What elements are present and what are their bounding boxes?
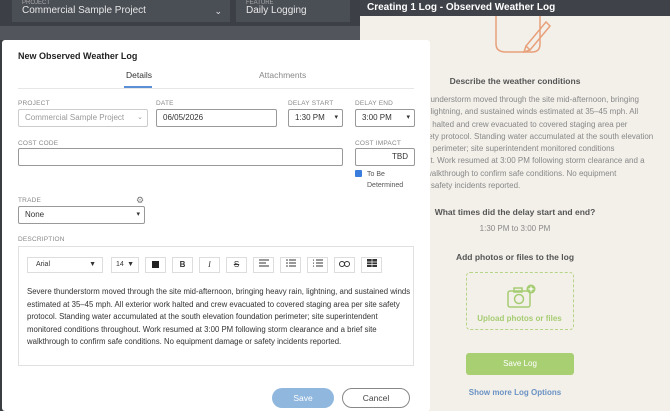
italic-icon: I bbox=[208, 260, 211, 269]
cost-code-field[interactable] bbox=[18, 148, 343, 166]
date-value: 06/05/2026 bbox=[163, 113, 204, 122]
describe-line: k halted and crew evacuated to covered s… bbox=[426, 119, 628, 129]
save-button[interactable]: Save bbox=[272, 388, 334, 408]
italic-button[interactable]: I bbox=[199, 257, 220, 273]
font-size-value: 14 bbox=[116, 261, 124, 268]
description-editor[interactable]: Arial ▼ 14 ▼ B I S Severe thunderstorm m… bbox=[18, 246, 414, 366]
save-log-button[interactable]: Save Log bbox=[466, 353, 574, 375]
link-button[interactable] bbox=[334, 257, 355, 273]
chevron-down-icon: ⌄ bbox=[214, 6, 222, 16]
feature-selector[interactable]: FEATURE Daily Logging bbox=[236, 0, 350, 22]
caret-down-icon: ▼ bbox=[89, 261, 96, 268]
bullet-list-icon bbox=[285, 259, 296, 267]
table-button[interactable] bbox=[361, 257, 382, 273]
color-swatch-icon bbox=[152, 261, 159, 269]
cost-code-label: COST CODE bbox=[18, 140, 59, 147]
trade-value: None bbox=[25, 210, 45, 219]
gear-icon[interactable]: ⚙ bbox=[136, 195, 144, 206]
chevron-down-icon: ▾ bbox=[334, 114, 338, 121]
new-log-modal: New Observed Weather Log Details Attachm… bbox=[2, 40, 430, 411]
background-band bbox=[0, 26, 360, 40]
delay-end-label: DELAY END bbox=[355, 100, 394, 107]
delay-start-select[interactable]: 1:30 PM ▾ bbox=[288, 109, 343, 127]
app-top-bar: PROJECT Commercial Sample Project ⌄ FEAT… bbox=[0, 0, 360, 26]
numbered-list-icon bbox=[312, 259, 323, 267]
text-color-button[interactable] bbox=[145, 257, 166, 273]
tab-attachments[interactable]: Attachments bbox=[259, 70, 306, 80]
project-select-placeholder: Commercial Sample Project bbox=[25, 113, 125, 122]
describe-line: hunderstorm moved through the site mid-a… bbox=[426, 95, 640, 104]
describe-text: hunderstorm moved through the site mid-a… bbox=[426, 94, 666, 192]
to-be-determined-checkbox[interactable] bbox=[355, 170, 362, 182]
bullet-list-button[interactable] bbox=[280, 257, 301, 273]
bold-icon: B bbox=[179, 260, 186, 269]
bold-button[interactable]: B bbox=[172, 257, 193, 273]
project-selector-caption: PROJECT bbox=[22, 0, 51, 6]
cost-impact-field[interactable]: TBD bbox=[355, 148, 415, 166]
cancel-button[interactable]: Cancel bbox=[342, 388, 410, 408]
trade-select[interactable]: None ▾ bbox=[18, 206, 145, 224]
delay-end-value: 3:00 PM bbox=[362, 113, 392, 122]
upload-photos-dropzone[interactable]: Upload photos or files bbox=[466, 272, 574, 330]
link-icon bbox=[339, 261, 350, 267]
camera-add-icon bbox=[507, 284, 536, 308]
strikethrough-icon: S bbox=[233, 260, 240, 269]
font-size-select[interactable]: 14 ▼ bbox=[111, 257, 139, 273]
describe-line: n perimeter; site superintendent monitor… bbox=[426, 144, 615, 154]
date-field[interactable]: 06/05/2026 bbox=[156, 109, 277, 127]
chevron-down-icon: ⌄ bbox=[137, 114, 143, 121]
project-label: PROJECT bbox=[18, 100, 50, 107]
describe-line: fety protocol. Standing water accumulate… bbox=[426, 131, 654, 141]
font-family-value: Arial bbox=[36, 261, 51, 268]
upload-label: Upload photos or files bbox=[477, 314, 562, 323]
project-selector[interactable]: PROJECT Commercial Sample Project ⌄ bbox=[12, 0, 230, 22]
describe-line: walkthrough to confirm safe conditions. … bbox=[426, 168, 617, 178]
notepad-pencil-icon bbox=[495, 16, 552, 54]
describe-line: , lightning, and sustained winds estimat… bbox=[426, 107, 639, 117]
modal-title: New Observed Weather Log bbox=[18, 51, 138, 61]
delay-end-select[interactable]: 3:00 PM ▾ bbox=[355, 109, 415, 127]
delay-start-value: 1:30 PM bbox=[295, 113, 325, 122]
align-left-button[interactable] bbox=[253, 257, 274, 273]
table-icon bbox=[366, 259, 377, 267]
delay-start-label: DELAY START bbox=[288, 100, 334, 107]
to-be-determined-label: To Be Determined bbox=[367, 171, 404, 189]
numbered-list-button[interactable] bbox=[307, 257, 328, 273]
font-family-select[interactable]: Arial ▼ bbox=[27, 257, 103, 273]
strikethrough-button[interactable]: S bbox=[226, 257, 247, 273]
chevron-down-icon: ▾ bbox=[406, 114, 410, 121]
date-label: DATE bbox=[156, 100, 174, 107]
tab-divider bbox=[18, 88, 414, 89]
checkmark-icon bbox=[355, 177, 362, 182]
describe-line: ut. Work resumed at 3:00 PM following st… bbox=[426, 156, 645, 166]
describe-line: r safety incidents reported. bbox=[426, 181, 521, 191]
chevron-down-icon: ▾ bbox=[136, 211, 140, 218]
tab-details[interactable]: Details bbox=[126, 70, 152, 80]
cost-impact-label: COST IMPACT bbox=[355, 140, 402, 147]
feature-selector-caption: FEATURE bbox=[246, 0, 274, 6]
caret-down-icon: ▼ bbox=[127, 261, 134, 268]
description-label: DESCRIPTION bbox=[18, 236, 65, 243]
panel-header: Creating 1 Log - Observed Weather Log bbox=[360, 0, 670, 16]
project-select[interactable]: Commercial Sample Project ⌄ bbox=[18, 109, 148, 127]
align-left-icon bbox=[258, 259, 269, 267]
cost-impact-value: TBD bbox=[392, 152, 408, 161]
description-text[interactable]: Severe thunderstorm moved through the si… bbox=[27, 286, 411, 349]
trade-label: TRADE bbox=[18, 197, 42, 204]
